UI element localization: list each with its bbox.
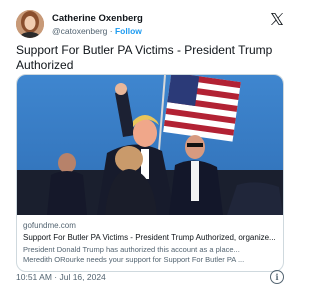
card-title[interactable]: Support For Butler PA Victims - Presiden… xyxy=(23,233,277,242)
author-name[interactable]: Catherine Oxenberg xyxy=(52,13,143,24)
card-description-line-2: Meredith ORourke needs your support for … xyxy=(23,255,245,264)
author-handle-line: @catoxenberg · Follow xyxy=(52,26,142,36)
card-description-line-1: President Donald Trump has authorized th… xyxy=(23,245,240,254)
avatar[interactable] xyxy=(16,10,44,38)
card-photo[interactable] xyxy=(17,75,283,215)
x-logo-icon[interactable] xyxy=(270,12,284,26)
card-domain: gofundme.com xyxy=(23,221,76,230)
author-handle[interactable]: @catoxenberg xyxy=(52,26,107,36)
card-description: President Donald Trump has authorized th… xyxy=(23,245,277,265)
info-icon[interactable]: i xyxy=(270,270,284,284)
tweet-timestamp[interactable]: 10:51 AM · Jul 16, 2024 xyxy=(16,272,106,282)
tweet-header: Catherine Oxenberg @catoxenberg · Follow xyxy=(16,10,286,40)
tweet-card[interactable]: Catherine Oxenberg @catoxenberg · Follow… xyxy=(6,4,294,286)
follow-button[interactable]: Follow xyxy=(115,26,142,36)
tweet-text: Support For Butler PA Victims - Presiden… xyxy=(16,43,273,72)
handle-separator: · xyxy=(107,26,115,36)
link-preview-card[interactable]: gofundme.com Support For Butler PA Victi… xyxy=(16,74,284,272)
